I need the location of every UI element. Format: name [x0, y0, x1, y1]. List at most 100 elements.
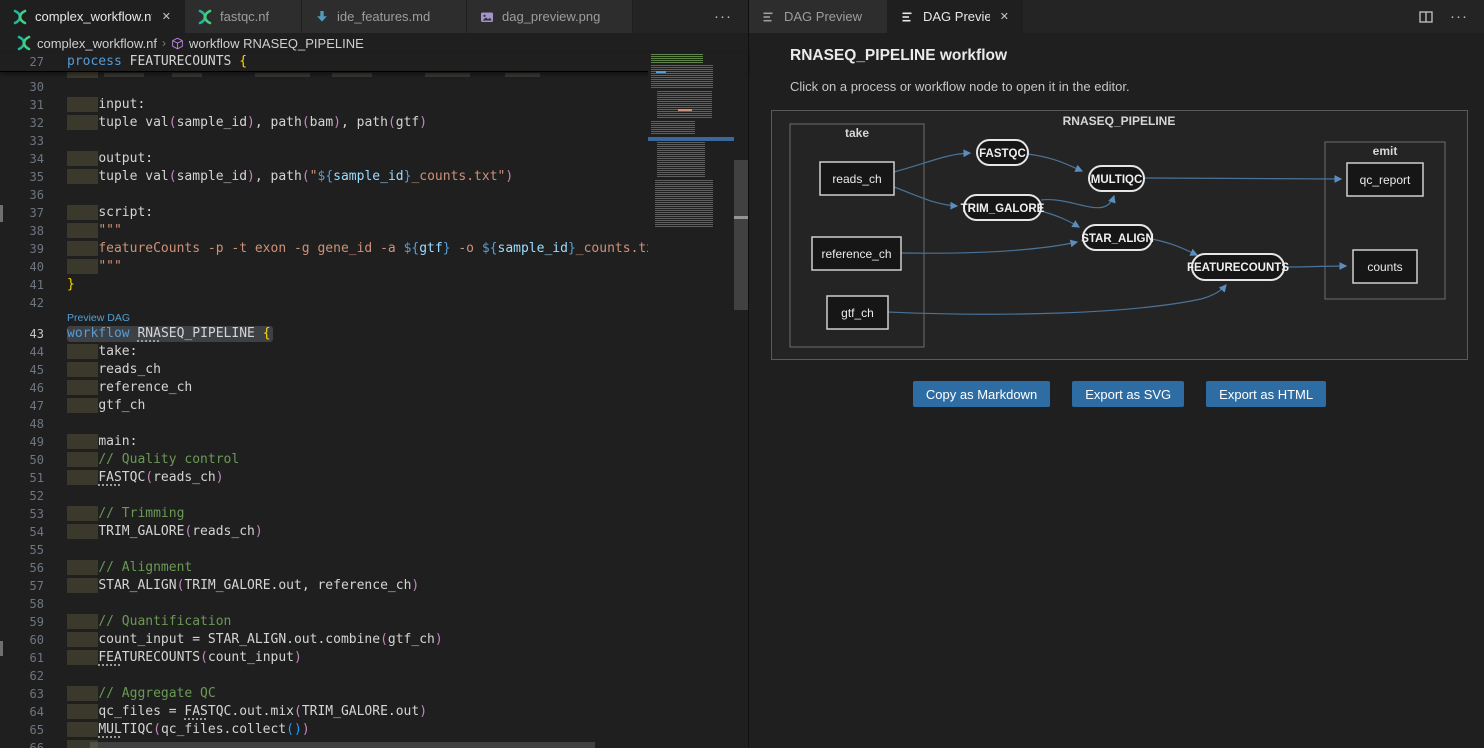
code-token: (: [200, 650, 208, 665]
code-token: reference_ch: [98, 380, 192, 395]
code-token: ): [255, 524, 263, 539]
code-token: ": [310, 169, 318, 184]
svg-text:MULTIQC: MULTIQC: [1091, 174, 1143, 186]
code-token: [67, 223, 98, 238]
image-icon: [479, 9, 495, 25]
copy-as-markdown-button[interactable]: Copy as Markdown: [913, 381, 1050, 407]
export-as-svg-button[interactable]: Export as SVG: [1072, 381, 1184, 407]
tab-ide-features[interactable]: ide_features.md: [302, 0, 467, 33]
code-token: (: [302, 115, 310, 130]
vertical-scrollbar-thumb[interactable]: [734, 160, 748, 310]
code-line: 40 """: [0, 258, 748, 276]
breadcrumb-symbol[interactable]: workflow RNASEQ_PIPELINE: [171, 36, 364, 51]
code-token: TRIM_GALORE: [98, 524, 184, 539]
svg-text:qc_report: qc_report: [1360, 173, 1411, 187]
line-number: 56: [0, 559, 44, 577]
code-token: TQC: [122, 470, 145, 485]
code-text: output:: [67, 150, 153, 168]
close-icon[interactable]: ✕: [159, 9, 174, 24]
code-line: 48: [0, 415, 748, 433]
dag-node-qc-report[interactable]: qc_report: [1347, 163, 1423, 196]
tab-label: fastqc.nf: [220, 9, 269, 24]
code-token: (: [169, 115, 177, 130]
editor-group-right: DAG Preview DAG Preview ✕ ··· RNA: [749, 0, 1484, 748]
breadcrumb-file-label: complex_workflow.nf: [37, 36, 157, 51]
codelens-preview-dag[interactable]: Preview DAG: [0, 312, 748, 325]
code-token: }: [67, 277, 75, 292]
svg-text:TRIM_GALORE: TRIM_GALORE: [961, 203, 1045, 215]
code-token: main:: [98, 434, 137, 449]
code-editor[interactable]: 27 process FEATURECOUNTS { 3031 input:32…: [0, 53, 748, 748]
code-line: 30: [0, 78, 748, 96]
sticky-scroll-line[interactable]: 27 process FEATURECOUNTS {: [0, 53, 748, 72]
code-token: TIQC: [122, 722, 153, 737]
more-actions-icon[interactable]: ···: [1450, 9, 1468, 24]
code-token: _counts.txt": [411, 169, 505, 184]
line-number: 41: [0, 276, 44, 294]
code-line: 58: [0, 595, 748, 613]
code-text: STAR_ALIGN(TRIM_GALORE.out, reference_ch…: [67, 577, 419, 595]
code-token: gtf_ch: [98, 398, 145, 413]
code-token: tuple val: [98, 169, 168, 184]
dag-node-star-align[interactable]: STAR_ALIGN: [1081, 225, 1154, 250]
tab-fastqc[interactable]: fastqc.nf: [185, 0, 302, 33]
code-token: ): [419, 704, 427, 719]
more-actions-icon[interactable]: ···: [714, 9, 732, 24]
code-text: input:: [67, 96, 145, 114]
dag-node-gtf-ch[interactable]: gtf_ch: [827, 296, 888, 329]
code-token: [67, 524, 98, 539]
code-token: [67, 241, 98, 256]
code-token: }: [443, 241, 451, 256]
code-text: """: [67, 222, 122, 240]
breadcrumb-file[interactable]: complex_workflow.nf: [16, 35, 157, 51]
tab-dag-preview-png[interactable]: dag_preview.png: [467, 0, 633, 33]
line-number: 57: [0, 577, 44, 595]
line-number: 54: [0, 523, 44, 541]
tabbar-left: complex_workflow.nf ✕ fastqc.nf ide_feat…: [0, 0, 748, 33]
dag-node-trim-galore[interactable]: TRIM_GALORE: [961, 195, 1045, 220]
overview-ruler-mark: [734, 216, 748, 219]
tab-complex-workflow[interactable]: complex_workflow.nf ✕: [0, 0, 185, 33]
code-token: ): [247, 169, 255, 184]
code-token: {: [239, 54, 247, 69]
dag-node-featurecounts[interactable]: FEATURECOUNTS: [1187, 254, 1289, 280]
horizontal-scrollbar[interactable]: [0, 742, 748, 748]
code-token: ): [294, 650, 302, 665]
line-number: 52: [0, 487, 44, 505]
minimap[interactable]: [648, 53, 734, 748]
code-line: 54 TRIM_GALORE(reads_ch): [0, 523, 748, 541]
code-token: TRIM_GALORE.out: [302, 704, 419, 719]
code-token: [67, 560, 98, 575]
code-token: // Quantification: [98, 614, 231, 629]
dag-node-multiqc[interactable]: MULTIQC: [1089, 166, 1144, 191]
code-token: sample_id: [177, 115, 247, 130]
code-token: [67, 151, 98, 166]
cluster-take-label: take: [845, 126, 869, 140]
code-line: 36: [0, 186, 748, 204]
panel-subtitle: Click on a process or workflow node to o…: [790, 79, 1130, 94]
line-number: 62: [0, 667, 44, 685]
split-editor-icon[interactable]: [1418, 9, 1434, 25]
dag-node-reference-ch[interactable]: reference_ch: [812, 237, 901, 270]
dag-node-counts[interactable]: counts: [1353, 250, 1417, 283]
export-as-html-button[interactable]: Export as HTML: [1206, 381, 1326, 407]
code-lines: 3031 input:32 tuple val(sample_id), path…: [0, 78, 748, 748]
horizontal-scrollbar-thumb[interactable]: [90, 742, 595, 748]
dag-node-reads-ch[interactable]: reads_ch: [820, 162, 894, 195]
close-icon[interactable]: ✕: [997, 9, 1012, 24]
code-text: reads_ch: [67, 361, 161, 379]
code-line: 39 featureCounts -p -t exon -g gene_id -…: [0, 240, 748, 258]
code-token: gtf: [419, 241, 442, 256]
code-token: -o: [451, 241, 482, 256]
code-token: [67, 578, 98, 593]
dag-title: RNASEQ_PIPELINE: [1063, 114, 1176, 128]
code-line: 52: [0, 487, 748, 505]
tab-dag-preview-active[interactable]: DAG Preview ✕: [888, 0, 1023, 33]
line-number: 31: [0, 96, 44, 114]
line-number: 45: [0, 361, 44, 379]
dag-node-fastqc[interactable]: FASTQC: [977, 140, 1028, 165]
line-number: 33: [0, 132, 44, 150]
vertical-scrollbar[interactable]: [734, 53, 748, 748]
tab-dag-preview-inactive[interactable]: DAG Preview: [749, 0, 888, 33]
code-token: ): [505, 169, 513, 184]
